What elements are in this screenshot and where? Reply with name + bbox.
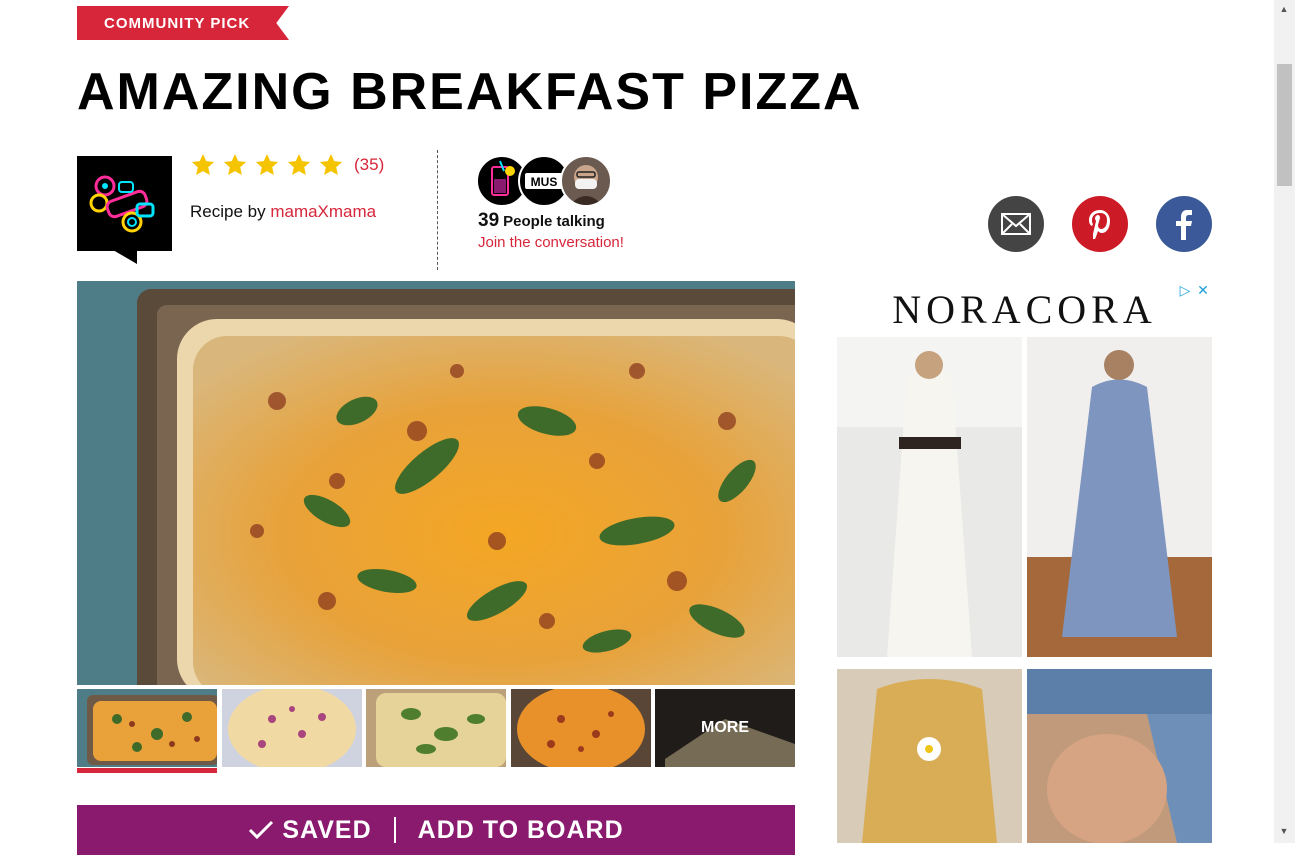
thumbnail-4[interactable] xyxy=(511,689,651,767)
join-conversation-link[interactable]: Join the conversation! xyxy=(478,234,624,251)
thumbnail-2[interactable] xyxy=(222,689,362,767)
email-share-button[interactable] xyxy=(988,196,1044,252)
masked-person-avatar xyxy=(560,155,612,207)
ad-badges: ▷ ✕ xyxy=(1176,281,1212,299)
thumbnail-image xyxy=(366,689,506,767)
rating-count[interactable]: (35) xyxy=(354,155,384,175)
author-link[interactable]: mamaXmama xyxy=(270,202,376,221)
people-talking: 39 People talking xyxy=(478,210,605,232)
saved-button[interactable]: SAVED xyxy=(282,816,371,845)
thumbnail-image xyxy=(511,689,651,767)
save-bar-separator xyxy=(393,817,396,843)
thumbnail-image xyxy=(222,689,362,767)
star-icon xyxy=(319,153,343,175)
avatar-speech-tail xyxy=(113,250,137,264)
thumbnail-image xyxy=(77,689,217,767)
pinterest-icon xyxy=(1089,210,1110,239)
star-icon xyxy=(255,153,279,175)
scroll-up-arrow-icon[interactable]: ▲ xyxy=(1278,4,1290,16)
recipe-title: AMAZING BREAKFAST PIZZA xyxy=(77,63,863,121)
community-pick-badge: COMMUNITY PICK xyxy=(77,6,289,40)
recipe-by-prefix: Recipe by xyxy=(190,202,271,221)
facebook-icon xyxy=(1176,210,1192,240)
svg-text:MUS: MUS xyxy=(531,175,558,189)
ad-image-yellow-dress[interactable] xyxy=(837,669,1022,843)
close-ad-icon[interactable]: ✕ xyxy=(1194,281,1212,299)
author-avatar[interactable] xyxy=(77,156,172,251)
more-photos-label: MORE xyxy=(655,689,795,767)
thumbnail-more[interactable]: MORE xyxy=(655,689,795,767)
community-pick-label: COMMUNITY PICK xyxy=(104,14,251,32)
people-count: 39 xyxy=(478,210,500,231)
recipe-main-photo[interactable] xyxy=(77,281,795,685)
ad-image-denim[interactable] xyxy=(1027,669,1212,843)
people-talking-label: People talking xyxy=(503,213,605,230)
pinterest-share-button[interactable] xyxy=(1072,196,1128,252)
rating-stars[interactable]: (35) xyxy=(190,152,384,178)
star-icon xyxy=(223,153,247,175)
scroll-down-arrow-icon[interactable]: ▼ xyxy=(1278,826,1290,838)
ad-image-blue-dress[interactable] xyxy=(1027,337,1212,657)
ad-brand: NORACORA xyxy=(892,286,1157,332)
advertisement[interactable]: NORACORA ▷ ✕ xyxy=(837,281,1212,843)
thumbnail-3[interactable] xyxy=(366,689,506,767)
adchoices-icon[interactable]: ▷ xyxy=(1176,281,1194,299)
scrollbar-thumb[interactable] xyxy=(1277,64,1292,186)
author-avatar-graphic xyxy=(89,175,155,233)
ad-image-white-jumpsuit[interactable] xyxy=(837,337,1022,657)
email-icon xyxy=(1001,213,1031,235)
save-bar: SAVED ADD TO BOARD xyxy=(77,805,795,855)
active-thumbnail-indicator xyxy=(77,768,217,773)
breakfast-pizza-image xyxy=(77,281,795,685)
add-to-board-button[interactable]: ADD TO BOARD xyxy=(418,816,624,845)
facebook-share-button[interactable] xyxy=(1156,196,1212,252)
photo-thumbnails: MORE xyxy=(77,689,795,773)
checkmark-icon xyxy=(249,820,274,840)
vertical-divider xyxy=(437,150,438,270)
star-icon xyxy=(287,153,311,175)
recipe-by: Recipe by mamaXmama xyxy=(190,202,376,222)
thumbnail-1[interactable] xyxy=(77,689,217,767)
conversation-avatars[interactable]: MUS xyxy=(476,155,612,207)
star-icon xyxy=(191,153,215,175)
